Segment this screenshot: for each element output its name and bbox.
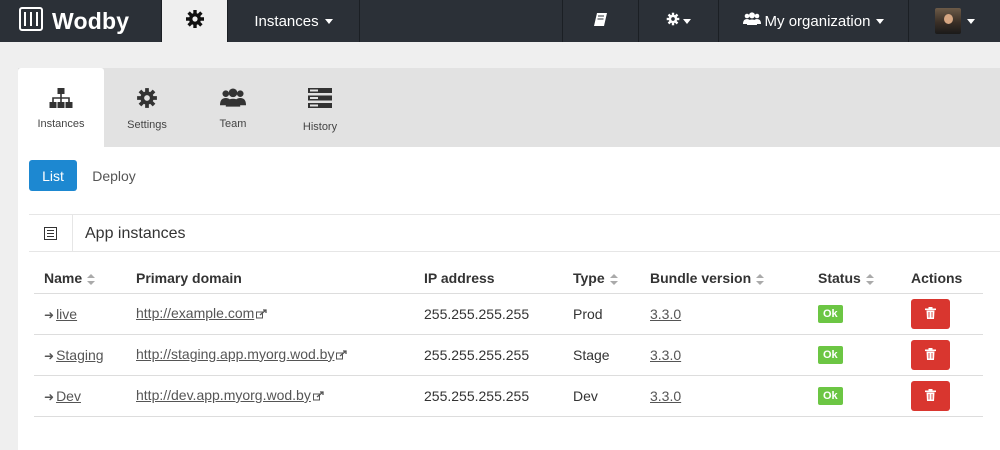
sitemap-icon bbox=[49, 86, 73, 110]
ip-address: 255.255.255.255 bbox=[414, 375, 563, 417]
caret-down-icon bbox=[324, 18, 333, 24]
column-header-domain: Primary domain bbox=[126, 264, 414, 294]
domain-link[interactable]: http://dev.app.myorg.wod.by bbox=[136, 387, 311, 403]
tab-instances[interactable]: Instances bbox=[18, 68, 104, 147]
column-header-type[interactable]: Type bbox=[563, 264, 640, 294]
users-icon bbox=[742, 12, 761, 30]
tab-history[interactable]: History bbox=[276, 68, 364, 147]
delete-button[interactable] bbox=[911, 339, 950, 370]
tab-settings[interactable]: Settings bbox=[104, 68, 190, 147]
instance-name-link[interactable]: Staging bbox=[56, 347, 103, 363]
external-link-icon bbox=[336, 347, 348, 363]
top-navbar: Wodby Instances My organization bbox=[0, 0, 1000, 42]
domain-link[interactable]: http://staging.app.myorg.wod.by bbox=[136, 346, 334, 362]
box-icon bbox=[18, 6, 44, 37]
panel-title: App instances bbox=[85, 225, 186, 242]
ip-address: 255.255.255.255 bbox=[414, 293, 563, 335]
instance-type: Stage bbox=[563, 334, 640, 376]
bundle-version-link[interactable]: 3.3.0 bbox=[650, 347, 681, 363]
gear-icon bbox=[136, 86, 158, 110]
tab-team[interactable]: Team bbox=[190, 68, 276, 147]
users-icon bbox=[220, 86, 246, 110]
instance-type: Dev bbox=[563, 375, 640, 417]
instance-name-link[interactable]: live bbox=[56, 306, 77, 322]
table-row: ➜ Dev http://dev.app.myorg.wod.by 255.255… bbox=[34, 375, 983, 417]
caret-down-icon bbox=[876, 18, 885, 24]
navbar-spacer bbox=[359, 0, 562, 42]
arrow-right-icon: ➜ bbox=[44, 307, 55, 322]
delete-button[interactable] bbox=[911, 298, 950, 329]
column-header-actions: Actions bbox=[901, 264, 983, 294]
instances-table: Name Primary domain IP address Type Bund… bbox=[34, 264, 983, 417]
status-badge: Ok bbox=[818, 346, 843, 364]
arrow-right-icon: ➜ bbox=[44, 389, 55, 404]
brand-name: Wodby bbox=[52, 7, 130, 34]
list-button[interactable]: List bbox=[29, 160, 77, 191]
instances-menu[interactable]: Instances bbox=[227, 0, 359, 42]
sort-icon bbox=[87, 274, 96, 286]
caret-down-icon bbox=[966, 18, 975, 24]
gear-icon bbox=[185, 9, 205, 34]
book-icon bbox=[593, 12, 608, 31]
sort-icon bbox=[609, 274, 618, 286]
ip-address: 255.255.255.255 bbox=[414, 334, 563, 376]
domain-link[interactable]: http://example.com bbox=[136, 305, 254, 321]
tab-label: Team bbox=[219, 118, 247, 130]
sort-icon bbox=[756, 274, 765, 286]
trash-icon bbox=[925, 306, 936, 322]
delete-button[interactable] bbox=[911, 380, 950, 411]
brand[interactable]: Wodby bbox=[0, 0, 162, 42]
avatar bbox=[934, 8, 961, 34]
tab-label: History bbox=[302, 121, 338, 133]
panel-header: App instances bbox=[29, 214, 1000, 252]
user-menu[interactable] bbox=[908, 0, 1000, 42]
column-header-bundle[interactable]: Bundle version bbox=[640, 264, 808, 294]
status-badge: Ok bbox=[818, 305, 843, 323]
section-tabs: Instances Settings Team History bbox=[18, 68, 1000, 147]
list-alt-icon bbox=[29, 215, 73, 252]
gear-icon bbox=[666, 12, 680, 30]
organization-menu-label: My organization bbox=[764, 12, 871, 30]
external-link-icon bbox=[312, 388, 324, 404]
bundle-version-link[interactable]: 3.3.0 bbox=[650, 306, 681, 322]
trash-icon bbox=[925, 388, 936, 404]
column-header-name[interactable]: Name bbox=[34, 264, 126, 294]
tab-label: Instances bbox=[37, 118, 85, 130]
column-header-ip: IP address bbox=[414, 264, 563, 294]
tab-label: Settings bbox=[127, 119, 167, 131]
docs-button[interactable] bbox=[562, 0, 638, 42]
main-content: List Deploy App instances Name Primary d… bbox=[18, 147, 1000, 450]
instance-name-link[interactable]: Dev bbox=[56, 388, 81, 404]
caret-down-icon bbox=[683, 18, 691, 24]
settings-menu[interactable] bbox=[638, 0, 718, 42]
server-icon bbox=[308, 86, 332, 110]
nav-settings-button[interactable] bbox=[162, 0, 227, 42]
deploy-button[interactable]: Deploy bbox=[83, 160, 145, 191]
instances-menu-label: Instances bbox=[254, 12, 319, 30]
arrow-right-icon: ➜ bbox=[44, 348, 55, 363]
organization-menu[interactable]: My organization bbox=[718, 0, 908, 42]
trash-icon bbox=[925, 347, 936, 363]
table-row: ➜ Staging http://staging.app.myorg.wod.by… bbox=[34, 334, 983, 376]
column-header-status[interactable]: Status bbox=[808, 264, 901, 294]
external-link-icon bbox=[256, 306, 267, 322]
table-header-row: Name Primary domain IP address Type Bund… bbox=[34, 264, 983, 294]
sort-icon bbox=[865, 274, 874, 286]
status-badge: Ok bbox=[818, 387, 843, 405]
bundle-version-link[interactable]: 3.3.0 bbox=[650, 388, 681, 404]
table-row: ➜ live http://example.com 255.255.255.255… bbox=[34, 293, 983, 335]
instance-type: Prod bbox=[563, 293, 640, 335]
